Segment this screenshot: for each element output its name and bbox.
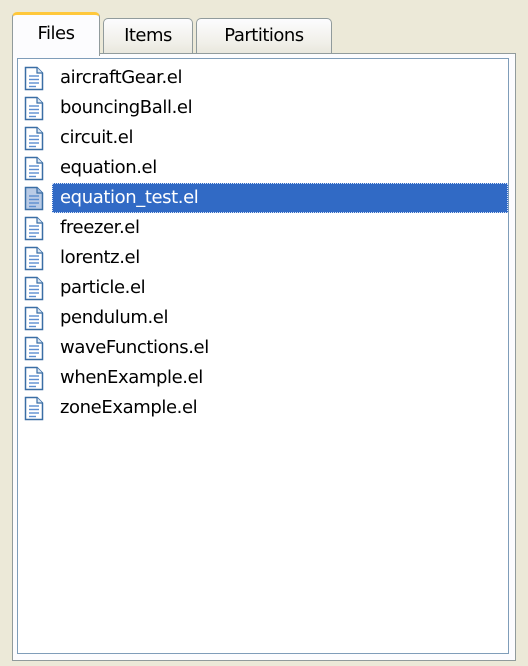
- document-icon: [24, 126, 44, 151]
- file-name: pendulum.el: [60, 307, 169, 328]
- file-list-item[interactable]: particle.el: [18, 273, 508, 303]
- document-icon: [24, 66, 44, 91]
- document-icon: [24, 396, 44, 421]
- tab-strip: Items Partitions Files: [12, 8, 516, 56]
- file-name: zoneExample.el: [60, 397, 198, 418]
- document-icon: [24, 186, 44, 211]
- document-icon: [24, 246, 44, 271]
- document-icon: [24, 336, 44, 361]
- file-list-item[interactable]: bouncingBall.el: [18, 93, 508, 123]
- file-name: equation.el: [60, 157, 157, 178]
- document-icon: [24, 366, 44, 391]
- document-icon: [24, 96, 44, 121]
- file-name: aircraftGear.el: [60, 67, 183, 88]
- file-name: bouncingBall.el: [60, 97, 193, 118]
- files-tab-panel: aircraftGear.el bouncingBall.el circuit.…: [12, 53, 516, 661]
- file-name: particle.el: [60, 277, 146, 298]
- document-icon: [24, 216, 44, 241]
- file-list-item[interactable]: pendulum.el: [18, 303, 508, 333]
- tab-partitions[interactable]: Partitions: [196, 18, 332, 54]
- file-name: freezer.el: [60, 217, 140, 238]
- document-icon: [24, 156, 44, 181]
- file-list-item[interactable]: equation.el: [18, 153, 508, 183]
- file-list-item[interactable]: whenExample.el: [18, 363, 508, 393]
- file-list-item-selected[interactable]: equation_test.el: [18, 183, 508, 213]
- document-icon: [24, 276, 44, 301]
- file-name: equation_test.el: [52, 183, 508, 213]
- file-name: waveFunctions.el: [60, 337, 209, 358]
- tab-files[interactable]: Files: [12, 12, 100, 56]
- file-list-item[interactable]: aircraftGear.el: [18, 63, 508, 93]
- file-name: circuit.el: [60, 127, 134, 148]
- file-name: whenExample.el: [60, 367, 203, 388]
- file-list-item[interactable]: freezer.el: [18, 213, 508, 243]
- file-list-item[interactable]: zoneExample.el: [18, 393, 508, 423]
- document-icon: [24, 306, 44, 331]
- file-list-item[interactable]: waveFunctions.el: [18, 333, 508, 363]
- tab-items[interactable]: Items: [103, 18, 193, 54]
- file-list-item[interactable]: circuit.el: [18, 123, 508, 153]
- file-list[interactable]: aircraftGear.el bouncingBall.el circuit.…: [17, 58, 509, 654]
- file-list-item[interactable]: lorentz.el: [18, 243, 508, 273]
- file-name: lorentz.el: [60, 247, 140, 268]
